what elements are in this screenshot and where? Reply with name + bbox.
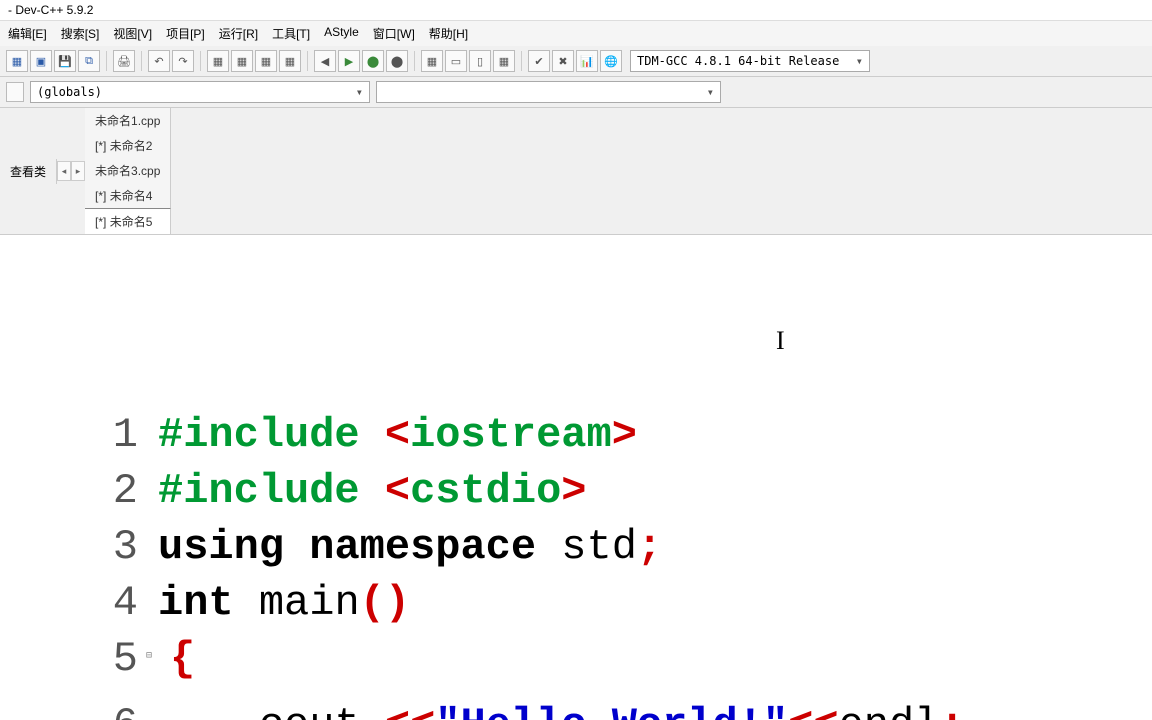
code-line[interactable]: 6 cout <<"Hello World!"<<endl;: [98, 697, 1152, 720]
text-cursor-icon: I: [776, 313, 785, 369]
file-tab[interactable]: [*] 未命名4: [85, 183, 171, 208]
line-number: 4: [98, 575, 158, 631]
globe-icon[interactable]: 🌐: [600, 50, 622, 72]
line-number: 6: [98, 697, 158, 720]
code-line[interactable]: 2#include <cstdio>: [98, 463, 1152, 519]
menu-run[interactable]: 运行[R]: [219, 25, 258, 42]
tab-scroll-right-icon[interactable]: ▸: [71, 161, 85, 181]
menu-tools[interactable]: 工具[T]: [272, 25, 310, 42]
debug-over-icon[interactable]: ⬤: [386, 50, 408, 72]
wins1-icon[interactable]: ▦: [421, 50, 443, 72]
saveall-icon[interactable]: ⧉: [78, 50, 100, 72]
line-number: 2: [98, 463, 158, 519]
line-content[interactable]: cout <<"Hello World!"<<endl;: [158, 697, 1152, 720]
line-content[interactable]: #include <iostream>: [158, 407, 1152, 463]
fold-icon[interactable]: ⊟: [146, 629, 158, 685]
new-icon[interactable]: ▦: [6, 50, 28, 72]
rebuild-icon[interactable]: ▦: [279, 50, 301, 72]
menu-edit[interactable]: 编辑[E]: [8, 25, 47, 42]
file-tab[interactable]: 未命名3.cpp: [85, 158, 171, 183]
classview-tab[interactable]: 查看类: [0, 159, 57, 184]
editor[interactable]: I 1#include <iostream>2#include <cstdio>…: [0, 235, 1152, 720]
wins3-icon[interactable]: ▯: [469, 50, 491, 72]
redo-icon[interactable]: ↷: [172, 50, 194, 72]
app-title: - Dev-C++ 5.9.2: [8, 3, 93, 17]
open-icon[interactable]: ▣: [30, 50, 52, 72]
debug-into-icon[interactable]: ⬤: [362, 50, 384, 72]
scope-bar: (globals): [0, 77, 1152, 108]
line-content[interactable]: #include <cstdio>: [158, 463, 1152, 519]
menu-astyle[interactable]: AStyle: [324, 25, 359, 42]
file-tab[interactable]: [*] 未命名2: [85, 133, 171, 158]
tab-scroll-left-icon[interactable]: ◂: [57, 161, 71, 181]
left-gutter-spacer: [0, 235, 98, 720]
file-tab[interactable]: [*] 未命名5: [85, 208, 171, 234]
separator: [200, 51, 201, 71]
separator: [141, 51, 142, 71]
menu-help[interactable]: 帮助[H]: [429, 25, 468, 42]
line-content[interactable]: int main(): [158, 575, 1152, 631]
separator: [106, 51, 107, 71]
debug-next-icon[interactable]: ▶: [338, 50, 360, 72]
print-icon[interactable]: 🖨: [113, 50, 135, 72]
separator: [307, 51, 308, 71]
tab-bar: 查看类 ◂ ▸ 未命名1.cpp[*] 未命名2未命名3.cpp[*] 未命名4…: [0, 108, 1152, 235]
file-tab[interactable]: 未命名1.cpp: [85, 108, 171, 133]
menu-search[interactable]: 搜索[S]: [61, 25, 100, 42]
menu-project[interactable]: 项目[P]: [166, 25, 205, 42]
tabs: 未命名1.cpp[*] 未命名2未命名3.cpp[*] 未命名4[*] 未命名5: [85, 108, 171, 234]
toolbar: ▦ ▣ 💾 ⧉ 🖨 ↶ ↷ ▦ ▦ ▦ ▦ ◀ ▶ ⬤ ⬤ ▦ ▭ ▯ ▦ ✔ …: [0, 46, 1152, 77]
check-icon[interactable]: ✔: [528, 50, 550, 72]
code-line[interactable]: 3using namespace std;: [98, 519, 1152, 575]
line-content[interactable]: using namespace std;: [158, 519, 1152, 575]
close-x-icon[interactable]: ✖: [552, 50, 574, 72]
line-number: 1: [98, 407, 158, 463]
menu-window[interactable]: 窗口[W]: [373, 25, 415, 42]
code-line[interactable]: 5⊟{: [98, 631, 1152, 697]
save-icon[interactable]: 💾: [54, 50, 76, 72]
separator: [414, 51, 415, 71]
line-number: 3: [98, 519, 158, 575]
compile-icon[interactable]: ▦: [207, 50, 229, 72]
undo-icon[interactable]: ↶: [148, 50, 170, 72]
compile-run-icon[interactable]: ▦: [255, 50, 277, 72]
scope-btn[interactable]: [6, 82, 24, 102]
line-content[interactable]: ⊟{: [158, 631, 1152, 697]
wins2-icon[interactable]: ▭: [445, 50, 467, 72]
title-bar: - Dev-C++ 5.9.2: [0, 0, 1152, 21]
tab-scroll: ◂ ▸: [57, 161, 85, 181]
code-area[interactable]: I 1#include <iostream>2#include <cstdio>…: [98, 235, 1152, 720]
menu-bar: 编辑[E] 搜索[S] 视图[V] 项目[P] 运行[R] 工具[T] ASty…: [0, 21, 1152, 46]
run-icon[interactable]: ▦: [231, 50, 253, 72]
wins4-icon[interactable]: ▦: [493, 50, 515, 72]
debug-back-icon[interactable]: ◀: [314, 50, 336, 72]
code-line[interactable]: 1#include <iostream>: [98, 407, 1152, 463]
code-line[interactable]: 4int main(): [98, 575, 1152, 631]
chart-icon[interactable]: 📊: [576, 50, 598, 72]
menu-view[interactable]: 视图[V]: [113, 25, 152, 42]
function-select[interactable]: [376, 81, 721, 103]
globals-select[interactable]: (globals): [30, 81, 370, 103]
compiler-select[interactable]: TDM-GCC 4.8.1 64-bit Release: [630, 50, 870, 72]
separator: [521, 51, 522, 71]
